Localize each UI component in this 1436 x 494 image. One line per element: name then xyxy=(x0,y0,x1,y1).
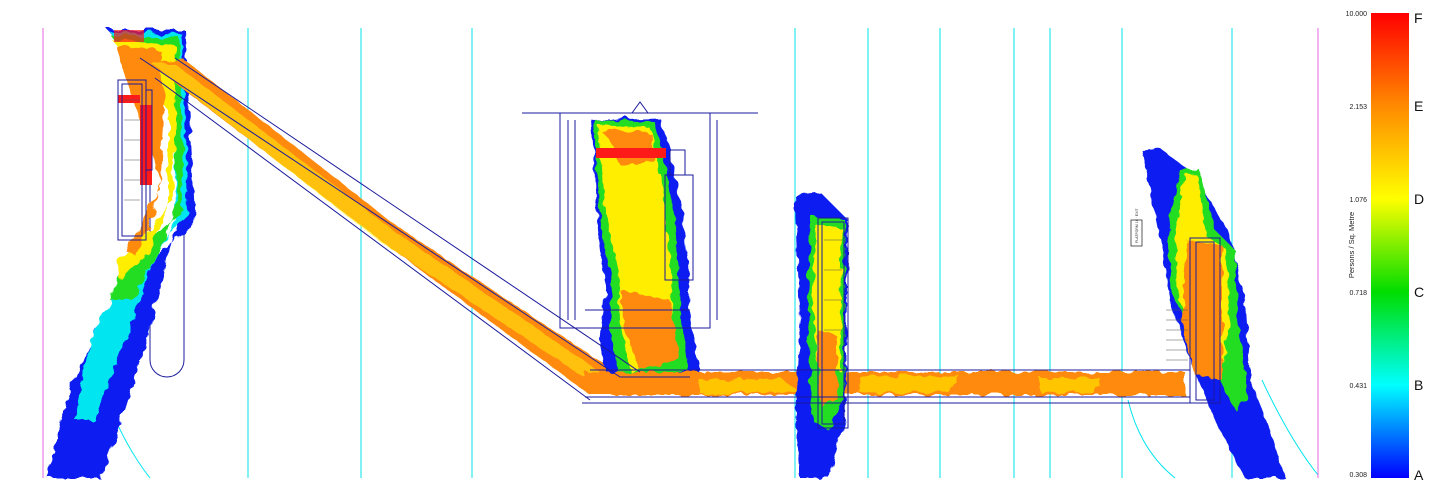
legend-axis-title: Persons / Sq. Metre xyxy=(1347,212,1356,278)
platform-sign-text: PLATFORM 16 · EXIT xyxy=(1135,208,1139,243)
legend-tick-grade: D xyxy=(1414,191,1424,207)
legend-tick-grade: A xyxy=(1414,467,1424,483)
legend-tick-grade: F xyxy=(1414,10,1423,26)
legend-tick-value: 10.000 xyxy=(1346,11,1368,18)
density-legend: Persons / Sq. Metre 10.000 F 2.153 E 1.076 D 0… xyxy=(1346,10,1425,483)
legend-color-bar xyxy=(1371,13,1409,478)
legend-tick-grade: C xyxy=(1414,284,1424,300)
legend-tick-value: 0.718 xyxy=(1349,290,1367,297)
legend-tick-value: 2.153 xyxy=(1349,104,1367,111)
platform-sign: PLATFORM 16 · EXIT xyxy=(1130,208,1143,247)
legend-tick-grade: E xyxy=(1414,98,1423,114)
legend-tick-value: 0.308 xyxy=(1349,472,1367,479)
legend-tick-value: 1.076 xyxy=(1349,197,1367,204)
grid-guides xyxy=(99,28,1319,479)
density-hotspots xyxy=(114,30,666,185)
legend-tick-grade: B xyxy=(1414,377,1423,393)
density-map: PLATFORM 16 · EXIT Persons / Sq. Metre 1… xyxy=(42,10,1425,483)
legend-tick-value: 0.431 xyxy=(1349,383,1367,390)
